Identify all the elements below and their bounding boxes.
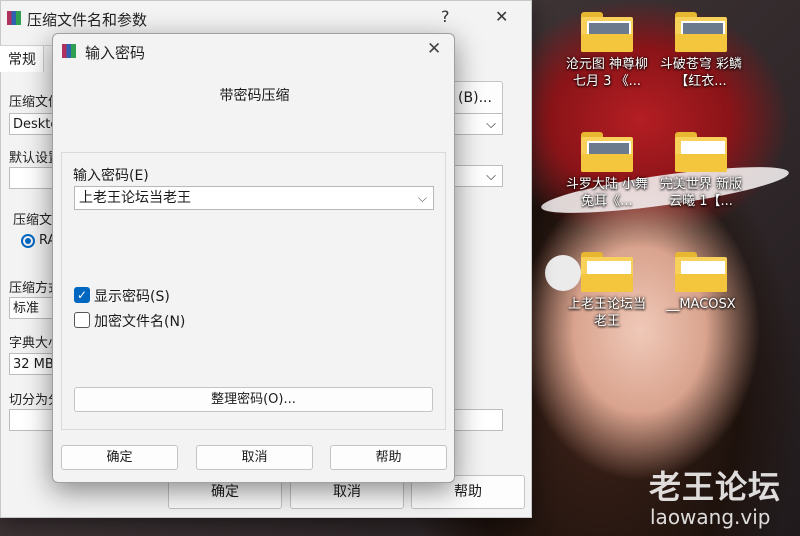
archive-name-dropdown[interactable]: ⌵ bbox=[447, 113, 503, 135]
desktop-icon-label: __MACOSX bbox=[666, 297, 736, 312]
dialog-title: 输入密码 bbox=[85, 44, 146, 62]
password-value: 上老王论坛当老王 bbox=[79, 190, 191, 206]
window-title: 压缩文件名和参数 bbox=[27, 11, 148, 29]
desktop-icon-cangyuantu[interactable]: 沧元图 神尊柳七月 3 《... bbox=[562, 12, 652, 90]
password-input[interactable]: 上老王论坛当老王 ⌵ bbox=[74, 186, 434, 210]
dialog-cancel-button[interactable]: 取消 bbox=[196, 445, 313, 470]
desktop-icon-label: 上老王论坛当老王 bbox=[567, 297, 646, 329]
desktop-icon-label: 沧元图 神尊柳七月 3 《... bbox=[565, 57, 649, 89]
folder-icon bbox=[675, 252, 727, 292]
help-icon[interactable]: ? bbox=[441, 7, 450, 26]
winrar-icon bbox=[7, 11, 21, 25]
split-unit-field[interactable] bbox=[447, 409, 503, 431]
show-password-label: 显示密码(S) bbox=[94, 289, 170, 305]
show-password-checkbox[interactable]: ✓ bbox=[74, 287, 90, 303]
desktop-icon-macosx[interactable]: __MACOSX bbox=[656, 252, 746, 313]
close-icon[interactable]: ✕ bbox=[495, 7, 508, 26]
format-radio-rar[interactable] bbox=[21, 234, 35, 248]
organize-passwords-button[interactable]: 整理密码(O)... bbox=[74, 387, 433, 412]
dialog-heading: 带密码压缩 bbox=[219, 88, 290, 104]
winrar-icon bbox=[62, 44, 76, 58]
desktop-icon-laowang[interactable]: 上老王论坛当老王 bbox=[562, 252, 652, 330]
tab-general[interactable]: 常规 bbox=[0, 45, 45, 72]
dialog-ok-button[interactable]: 确定 bbox=[61, 445, 178, 470]
watermark-url: laowang.vip bbox=[650, 505, 771, 529]
close-icon[interactable]: ✕ bbox=[427, 39, 441, 59]
folder-icon bbox=[581, 252, 633, 292]
folder-icon bbox=[581, 12, 633, 52]
dialog-help-button[interactable]: 帮助 bbox=[330, 445, 447, 470]
folder-icon bbox=[675, 132, 727, 172]
update-mode-dropdown[interactable]: ⌵ bbox=[447, 165, 503, 187]
encrypt-filenames-checkbox[interactable] bbox=[74, 312, 90, 328]
desktop-icon-doupo[interactable]: 斗破苍穹 彩鳞【红衣... bbox=[656, 12, 746, 90]
password-dialog: 输入密码 ✕ 带密码压缩 输入密码(E) 上老王论坛当老王 ⌵ ✓ 显示密码(S… bbox=[52, 33, 455, 483]
desktop-icon-douluo[interactable]: 斗罗大陆 小舞兔耳《... bbox=[562, 132, 652, 210]
desktop-icon-label: 完美世界 新版云曦 1【... bbox=[659, 177, 743, 209]
desktop-icon-label: 斗罗大陆 小舞兔耳《... bbox=[565, 177, 649, 209]
format-label: 压缩文 bbox=[13, 213, 53, 228]
folder-icon bbox=[675, 12, 727, 52]
watermark-title: 老王论坛 bbox=[649, 468, 782, 506]
folder-icon bbox=[581, 132, 633, 172]
password-label: 输入密码(E) bbox=[73, 168, 149, 184]
chevron-down-icon[interactable]: ⌵ bbox=[418, 187, 427, 209]
title-bar: 压缩文件名和参数 ? ✕ bbox=[1, 1, 531, 35]
encrypt-filenames-label: 加密文件名(N) bbox=[94, 314, 186, 330]
desktop-icon-wanmei[interactable]: 完美世界 新版云曦 1【... bbox=[656, 132, 746, 210]
desktop-icon-label: 斗破苍穹 彩鳞【红衣... bbox=[659, 57, 743, 89]
